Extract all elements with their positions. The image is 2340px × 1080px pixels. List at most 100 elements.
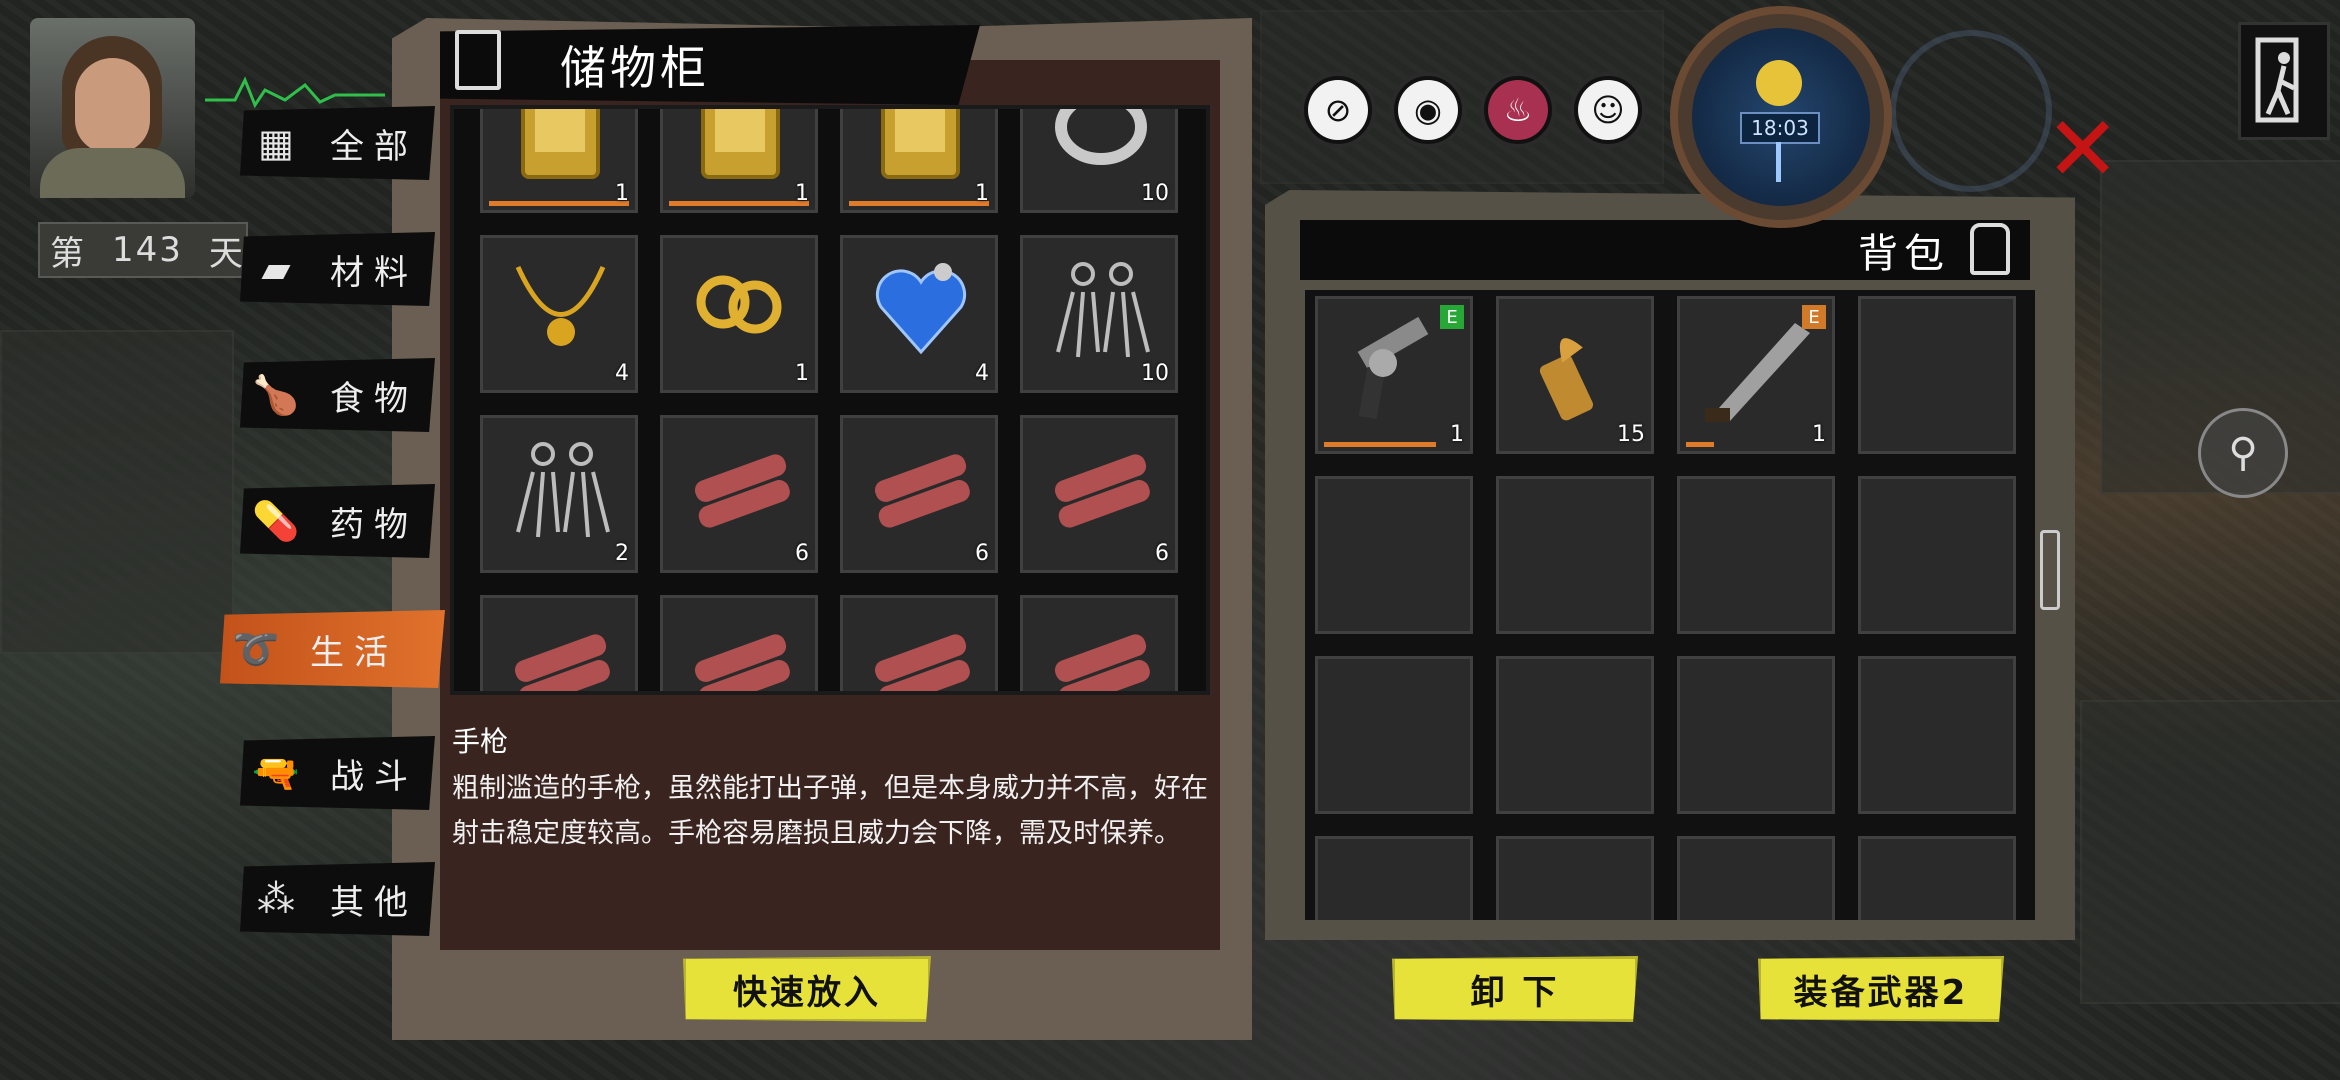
blue-heart-pendant-icon <box>863 252 978 367</box>
storage-slot[interactable] <box>1020 595 1178 691</box>
storage-slot[interactable]: 2 <box>480 415 638 573</box>
exit-door-button[interactable] <box>2238 22 2330 140</box>
storage-slot[interactable] <box>840 595 998 691</box>
backpack-slot[interactable] <box>1315 476 1473 634</box>
category-tab-6[interactable]: ⁂ 其他 <box>240 862 435 936</box>
silver-earrings-icon <box>1043 252 1158 367</box>
category-tab-0[interactable]: ▦ 全部 <box>240 106 435 180</box>
revolver-icon <box>1338 313 1453 428</box>
dynamite-icon <box>1043 432 1158 547</box>
category-label: 生活 <box>310 632 398 673</box>
item-count: 1 <box>1812 422 1826 447</box>
category-tab-2[interactable]: 🍗 食物 <box>240 358 435 432</box>
storage-grid[interactable]: 1 1 1 10 4 1 4 10 2 6 6 6 <box>450 105 1210 695</box>
storage-slot[interactable]: 10 <box>1020 235 1178 393</box>
backpack-slot[interactable] <box>1858 656 2016 814</box>
item-description: 手枪 粗制滥造的手枪，虽然能打出子弹，但是本身威力并不高，好在射击稳定度较高。手… <box>452 720 1212 856</box>
silver-earrings-icon <box>503 432 618 547</box>
category-label: 其他 <box>330 882 418 923</box>
backpack-slot[interactable] <box>1315 656 1473 814</box>
unload-button[interactable]: 卸 下 <box>1392 956 1638 1022</box>
category-tab-3[interactable]: 💊 药物 <box>240 484 435 558</box>
storage-slot[interactable] <box>660 595 818 691</box>
chicken-icon: 🍗 <box>252 372 300 417</box>
storage-slot[interactable]: 1 <box>660 235 818 393</box>
storage-slot[interactable]: 6 <box>840 415 998 573</box>
day-clock[interactable]: 18:03 <box>1670 6 1892 228</box>
pills-status-icon: ⊘ <box>1308 80 1368 140</box>
item-count: 1 <box>615 181 629 206</box>
day-suffix: 天 <box>208 233 245 274</box>
item-count: 1 <box>975 181 989 206</box>
faucet-button[interactable]: ⚲ <box>2198 408 2288 498</box>
planks-icon: ▰ <box>261 247 291 291</box>
storage-slot[interactable]: 1 <box>660 109 818 213</box>
item-text: 粗制滥造的手枪，虽然能打出子弹，但是本身威力并不高，好在射击稳定度较高。手枪容易… <box>452 773 1208 849</box>
backpack-slot[interactable] <box>1858 296 2016 454</box>
backpack-slot[interactable] <box>1496 836 1654 920</box>
status-3[interactable]: ☺ <box>1570 72 1646 148</box>
storage-slot[interactable]: 4 <box>840 235 998 393</box>
storage-title-bar: 储物柜 <box>440 25 980 105</box>
item-count: 6 <box>795 541 809 566</box>
character-portrait[interactable] <box>30 18 195 198</box>
category-tab-4[interactable]: ➰ 生活 <box>220 610 445 688</box>
backpack-grid[interactable]: E 1 15 E 1 <box>1305 290 2035 920</box>
backpack-slot[interactable] <box>1677 656 1835 814</box>
item-count: 1 <box>795 181 809 206</box>
day-number: 143 <box>112 230 183 270</box>
storage-slot[interactable]: 1 <box>840 109 998 213</box>
storage-slot[interactable]: 10 <box>1020 109 1178 213</box>
gold-box-icon <box>863 109 978 187</box>
backpack-slot[interactable] <box>1858 476 2016 634</box>
storage-slot[interactable]: 6 <box>660 415 818 573</box>
durability-bar <box>849 201 989 206</box>
backpack-slot[interactable]: E1 <box>1315 296 1473 454</box>
dynamite-icon <box>683 432 798 547</box>
item-count: 1 <box>795 361 809 386</box>
item-count: 4 <box>615 361 629 386</box>
dots-icon: ⁂ <box>257 877 295 921</box>
backpack-slot[interactable] <box>1858 836 2016 920</box>
dynamite-icon <box>863 432 978 547</box>
storage-title: 储物柜 <box>560 41 710 95</box>
backpack-slot[interactable] <box>1496 476 1654 634</box>
backpack-slot[interactable]: 15 <box>1496 296 1654 454</box>
backpack-slot[interactable] <box>1496 656 1654 814</box>
equipped-badge: E <box>1802 305 1826 329</box>
durability-bar <box>1686 442 1714 447</box>
gold-box-icon <box>683 109 798 187</box>
heartbeat-icon <box>205 76 385 109</box>
durability-bar <box>489 201 629 206</box>
backpack-header: 背包 <box>1300 220 2030 280</box>
backpack-slot[interactable]: E1 <box>1677 296 1835 454</box>
storage-slot[interactable]: 6 <box>1020 415 1178 573</box>
quick-put-button[interactable]: 快速放入 <box>683 956 931 1022</box>
storage-slot[interactable]: 4 <box>480 235 638 393</box>
storage-slot[interactable]: 1 <box>480 109 638 213</box>
category-tab-1[interactable]: ▰ 材料 <box>240 232 435 306</box>
backpack-slot[interactable] <box>1677 836 1835 920</box>
category-label: 食物 <box>330 378 418 419</box>
equip-weapon-button[interactable]: 装备武器2 <box>1758 956 2004 1022</box>
item-count: 1 <box>1450 422 1464 447</box>
clock-hand <box>1776 142 1781 182</box>
close-icon[interactable]: ✕ <box>2045 105 2120 195</box>
status-2[interactable]: ♨ <box>1480 72 1556 148</box>
backpack-icon <box>1970 223 2010 275</box>
status-0[interactable]: ⊘ <box>1300 72 1376 148</box>
day-counter: 第 143 天 <box>38 222 248 278</box>
dynamite-icon <box>503 612 618 691</box>
silver-ring-icon <box>1043 109 1158 187</box>
item-count: 10 <box>1141 181 1169 206</box>
status-1[interactable]: ◉ <box>1390 72 1466 148</box>
item-name: 手枪 <box>452 725 509 758</box>
backpack-slot[interactable] <box>1315 836 1473 920</box>
gold-necklace-icon <box>503 252 618 367</box>
backpack-slot[interactable] <box>1677 476 1835 634</box>
dynamite-icon <box>1043 612 1158 691</box>
category-tab-5[interactable]: 🔫 战斗 <box>240 736 435 810</box>
storage-slot[interactable] <box>480 595 638 691</box>
durability-bar <box>1324 442 1436 447</box>
gold-brooch-icon <box>683 252 798 367</box>
